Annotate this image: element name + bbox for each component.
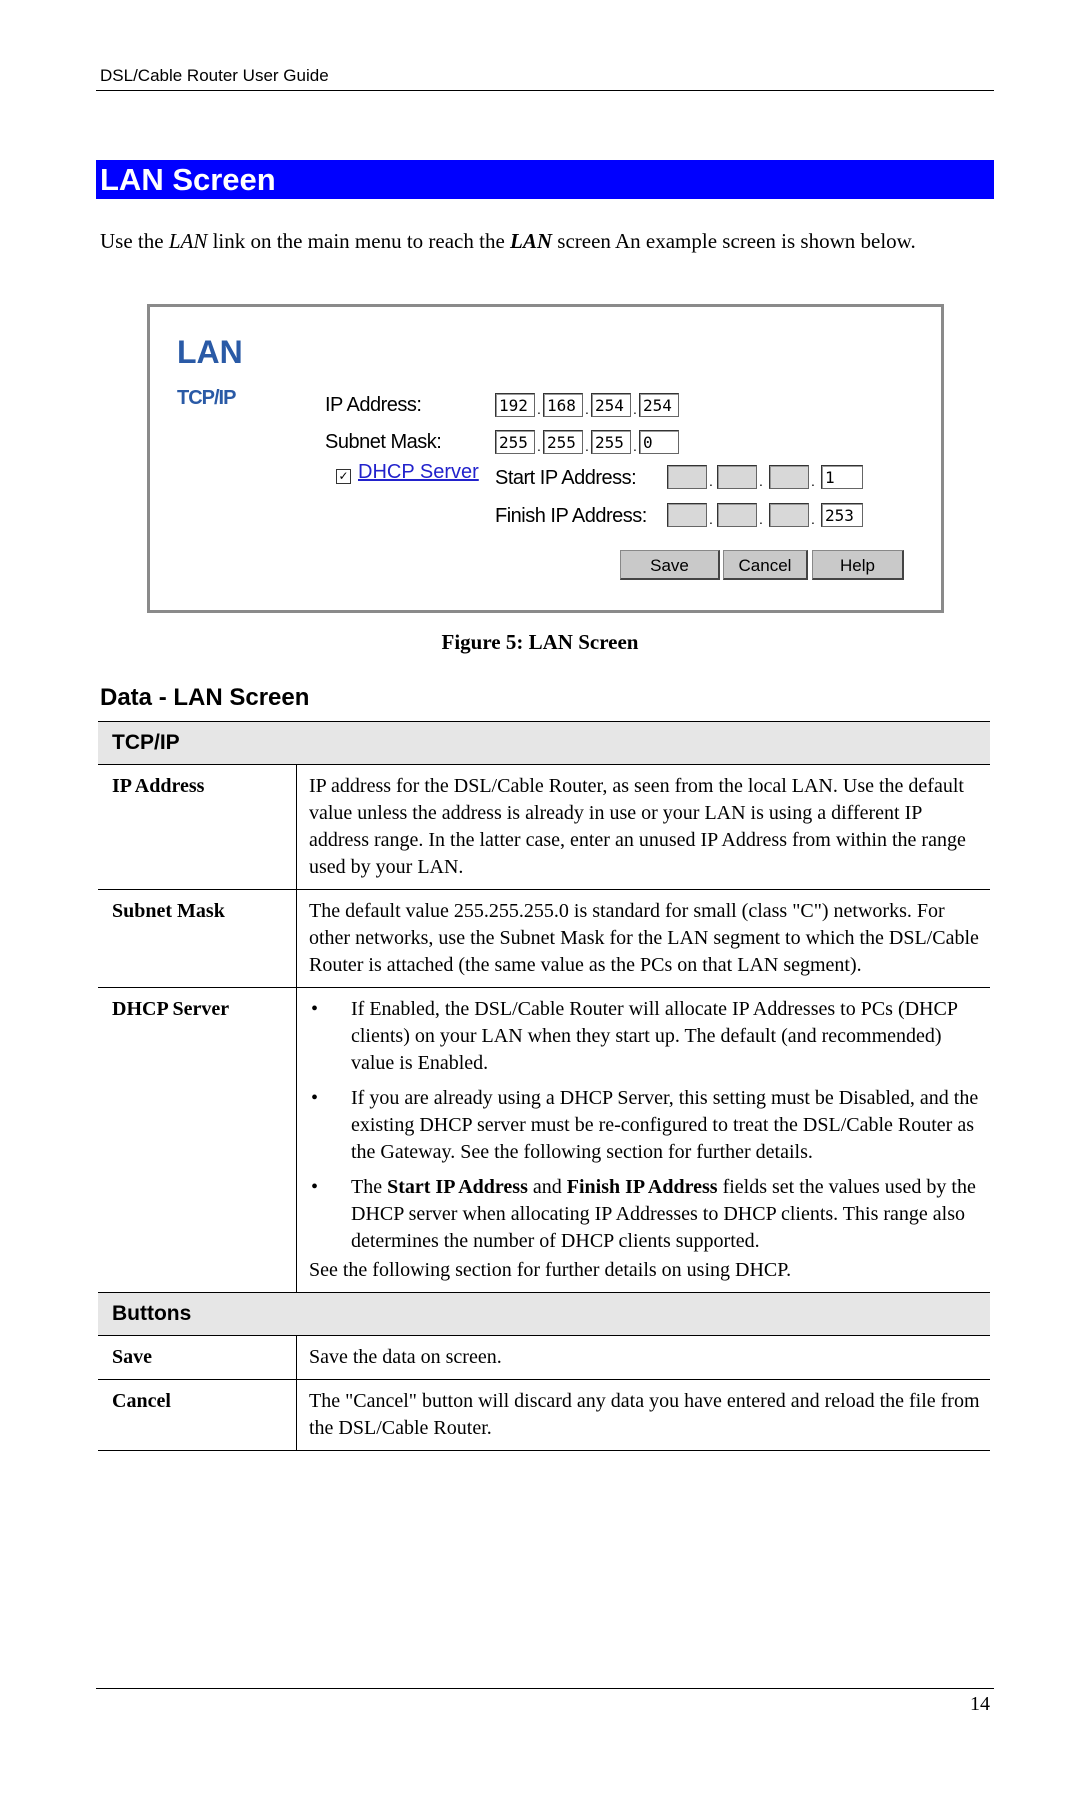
start-octet-4[interactable]: 1 — [821, 465, 863, 489]
figure-caption: Figure 5: LAN Screen — [441, 630, 639, 654]
start-ip-label: Start IP Address: — [495, 467, 637, 489]
table-row: Cancel The "Cancel" button will discard … — [98, 1379, 990, 1450]
ip-octet-3[interactable]: 254 — [591, 393, 631, 417]
table-group-header: Buttons — [98, 1292, 990, 1335]
header-rule — [96, 90, 994, 91]
figure-subtitle: TCP/IP — [177, 387, 236, 409]
mask-octet-3[interactable]: 255 — [591, 430, 631, 454]
bullet-item: • The Start IP Address and Finish IP Addr… — [311, 1176, 976, 1252]
mask-octet-1[interactable]: 255 — [495, 430, 535, 454]
mask-octet-4[interactable]: 0 — [639, 430, 679, 454]
field-name: Subnet Mask — [98, 890, 297, 987]
running-header: DSL/Cable Router User Guide — [100, 66, 329, 85]
ip-octet-1[interactable]: 192 — [495, 393, 535, 417]
lan-screen-figure: LAN TCP/IP IP Address: 192 . 168 . 254 .… — [147, 304, 944, 613]
finish-octet-1[interactable] — [667, 503, 707, 527]
help-button[interactable]: Help — [812, 550, 904, 580]
table-row: DHCP Server • If Enabled, the DSL/Cable R… — [98, 987, 990, 1292]
bullet-item: • If Enabled, the DSL/Cable Router will a… — [311, 998, 958, 1074]
field-name: DHCP Server — [98, 988, 297, 1292]
field-name: Save — [98, 1336, 297, 1379]
intro-paragraph: Use the LAN link on the main menu to rea… — [100, 229, 916, 253]
cancel-button[interactable]: Cancel — [723, 550, 808, 580]
dhcp-footnote: See the following section for further de… — [309, 1259, 792, 1281]
ip-address-label: IP Address: — [325, 394, 422, 416]
finish-octet-4[interactable]: 253 — [821, 503, 863, 527]
table-row: IP Address IP address for the DSL/Cable … — [98, 764, 990, 889]
field-description: The "Cancel" button will discard any dat… — [309, 1390, 980, 1439]
start-octet-1[interactable] — [667, 465, 707, 489]
figure-title: LAN — [177, 334, 243, 370]
dhcp-server-link[interactable]: DHCP Server — [358, 461, 479, 484]
ip-octet-4[interactable]: 254 — [639, 393, 679, 417]
field-name: IP Address — [98, 765, 297, 889]
table-group-header: TCP/IP — [98, 721, 990, 764]
finish-octet-3[interactable] — [769, 503, 809, 527]
field-name: Cancel — [98, 1380, 297, 1450]
mask-octet-2[interactable]: 255 — [543, 430, 583, 454]
subnet-mask-label: Subnet Mask: — [325, 431, 442, 453]
page-number: 14 — [970, 1693, 990, 1715]
start-octet-2[interactable] — [717, 465, 757, 489]
section-banner: LAN Screen — [96, 160, 994, 199]
field-description: • If Enabled, the DSL/Cable Router will a… — [297, 988, 990, 1292]
finish-ip-label: Finish IP Address: — [495, 505, 647, 527]
table-row: Save Save the data on screen. — [98, 1335, 990, 1379]
finish-octet-2[interactable] — [717, 503, 757, 527]
footer-rule — [96, 1688, 994, 1689]
data-table: TCP/IP IP Address IP address for the DSL… — [98, 721, 990, 1451]
dhcp-server-checkbox[interactable]: ✓ — [336, 469, 351, 484]
bullet-item: • If you are already using a DHCP Server,… — [311, 1087, 979, 1163]
data-section-title: Data - LAN Screen — [100, 684, 310, 711]
table-row: Subnet Mask The default value 255.255.25… — [98, 889, 990, 987]
ip-octet-2[interactable]: 168 — [543, 393, 583, 417]
lan-link-reference: LAN — [168, 229, 208, 253]
save-button[interactable]: Save — [620, 550, 720, 580]
field-description: IP address for the DSL/Cable Router, as … — [309, 775, 966, 878]
field-description: Save the data on screen. — [309, 1346, 502, 1368]
field-description: The default value 255.255.255.0 is stand… — [309, 900, 979, 976]
start-octet-3[interactable] — [769, 465, 809, 489]
